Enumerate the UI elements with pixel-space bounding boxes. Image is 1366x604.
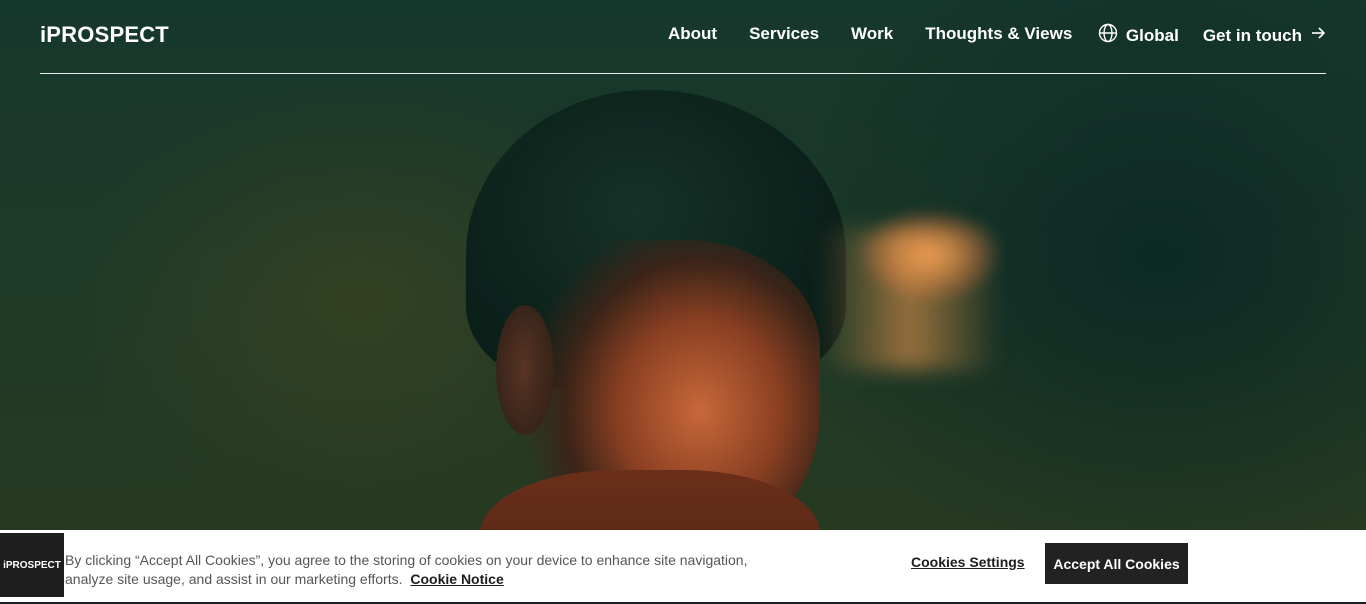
cookie-banner-text: By clicking “Accept All Cookies”, you ag… xyxy=(65,551,785,589)
site-logo[interactable]: iPROSPECT xyxy=(40,22,169,48)
header-actions: Global Get in touch xyxy=(1098,23,1326,48)
nav-thoughts-views[interactable]: Thoughts & Views xyxy=(925,24,1072,44)
accept-all-cookies-button[interactable]: Accept All Cookies xyxy=(1045,543,1188,584)
hero-motion-blur-streak xyxy=(820,230,1000,370)
site-header: iPROSPECT About Services Work Thoughts &… xyxy=(40,0,1326,74)
hero-image xyxy=(0,0,1366,604)
cookies-settings-button[interactable]: Cookies Settings xyxy=(911,554,1025,570)
globe-icon xyxy=(1098,23,1118,48)
get-in-touch-link[interactable]: Get in touch xyxy=(1203,25,1326,46)
global-label: Global xyxy=(1125,25,1179,45)
cookie-banner-logo: iPROSPECT xyxy=(0,533,64,597)
main-nav: About Services Work Thoughts & Views xyxy=(668,24,1072,44)
nav-services[interactable]: Services xyxy=(749,24,819,44)
cookie-banner-message: By clicking “Accept All Cookies”, you ag… xyxy=(65,552,748,587)
cookie-banner: iPROSPECT By clicking “Accept All Cookie… xyxy=(0,530,1366,602)
get-in-touch-label: Get in touch xyxy=(1202,25,1302,45)
global-selector[interactable]: Global xyxy=(1098,23,1179,48)
nav-work[interactable]: Work xyxy=(851,24,893,44)
nav-about[interactable]: About xyxy=(668,24,717,44)
arrow-right-icon xyxy=(1310,25,1326,46)
cookie-notice-link[interactable]: Cookie Notice xyxy=(410,571,503,587)
